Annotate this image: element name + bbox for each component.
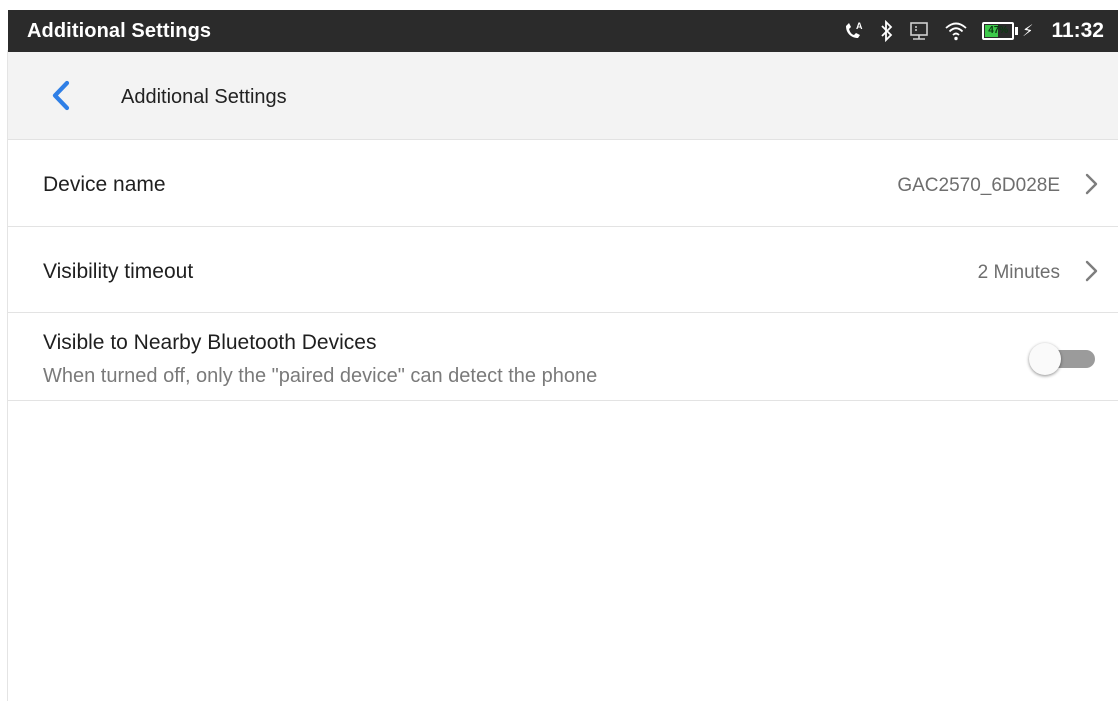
screen-edge xyxy=(0,0,8,701)
app-bar: Additional Settings xyxy=(8,52,1118,140)
status-bar-title: Additional Settings xyxy=(27,20,212,42)
call-forward-icon: A xyxy=(842,20,866,42)
device-name-label: Device name xyxy=(43,173,166,196)
network-icon xyxy=(908,20,930,42)
device-name-value: GAC2570_6D028E xyxy=(897,175,1060,196)
visible-nearby-description: When turned off, only the "paired device… xyxy=(43,365,598,387)
visibility-timeout-value: 2 Minutes xyxy=(977,262,1060,283)
battery-percent: 47% xyxy=(988,25,1009,36)
visible-nearby-row[interactable]: Visible to Nearby Bluetooth Devices When… xyxy=(8,313,1118,401)
chevron-right-icon xyxy=(1085,260,1098,282)
visibility-timeout-row[interactable]: Visibility timeout 2 Minutes xyxy=(8,227,1118,313)
bluetooth-icon xyxy=(880,20,894,42)
toggle-thumb xyxy=(1029,343,1061,375)
back-button[interactable] xyxy=(44,78,80,114)
visible-nearby-toggle[interactable] xyxy=(1029,343,1095,375)
page-title: Additional Settings xyxy=(121,86,287,108)
chevron-right-icon xyxy=(1085,173,1098,195)
chevron-left-icon xyxy=(52,80,70,111)
visible-nearby-label: Visible to Nearby Bluetooth Devices xyxy=(43,331,377,354)
status-bar: Additional Settings A 47% ⚡ 11:32 xyxy=(8,10,1118,52)
device-name-row[interactable]: Device name GAC2570_6D028E xyxy=(8,140,1118,227)
wifi-icon xyxy=(944,20,968,42)
settings-screen: Additional Settings A 47% ⚡ 11:32 Additi… xyxy=(8,0,1118,701)
svg-text:A: A xyxy=(856,21,863,31)
status-time: 11:32 xyxy=(1051,19,1104,42)
battery-icon: 47% xyxy=(982,22,1019,40)
charging-icon: ⚡ xyxy=(1022,23,1034,40)
visibility-timeout-label: Visibility timeout xyxy=(43,260,194,283)
status-icons: A 47% ⚡ 11:32 xyxy=(842,10,1104,52)
